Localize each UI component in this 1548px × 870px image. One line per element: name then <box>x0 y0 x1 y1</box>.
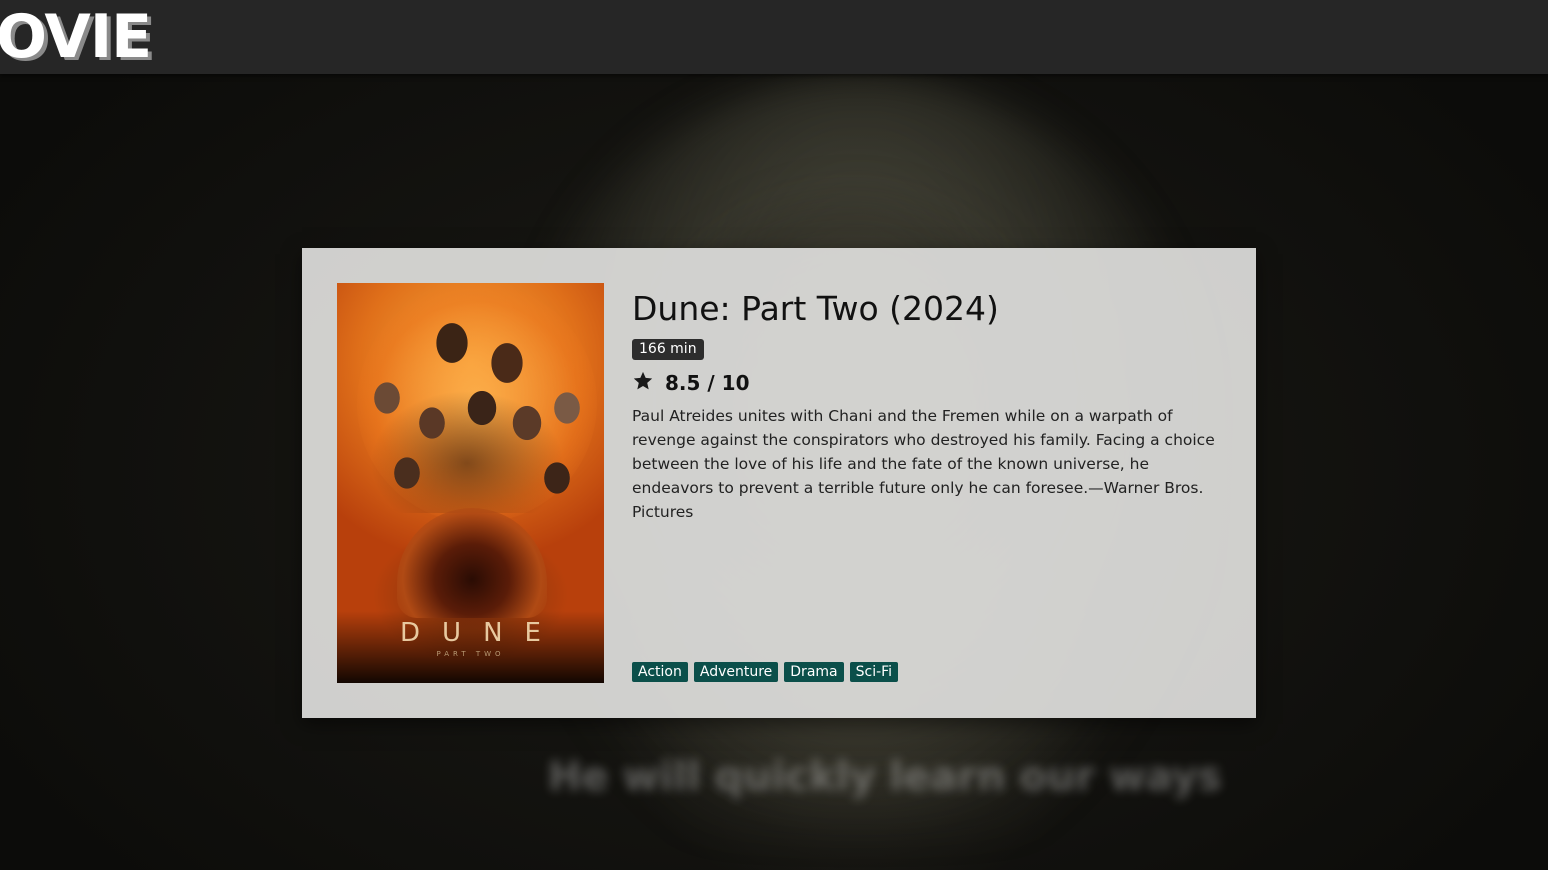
poster-subtitle: PART TWO <box>436 650 505 658</box>
runtime-badge: 166 min <box>632 339 704 360</box>
movie-detail-card: DUNE PART TWO Dune: Part Two (2024) 166 … <box>302 248 1256 718</box>
poster-title: DUNE <box>400 618 563 648</box>
genre-tag-sci-fi[interactable]: Sci-Fi <box>849 662 899 682</box>
poster-sandworm <box>397 508 547 618</box>
movie-info: Dune: Part Two (2024) 166 min 8.5 / 10 P… <box>632 286 1222 540</box>
top-header: OVIE <box>0 0 1548 74</box>
movie-title: Dune: Part Two (2024) <box>632 289 999 328</box>
genre-tag-drama[interactable]: Drama <box>784 662 844 682</box>
rating: 8.5 / 10 <box>632 368 1222 398</box>
star-icon <box>633 371 653 390</box>
rating-value: 8.5 / 10 <box>665 371 750 395</box>
genre-tag-action[interactable]: Action <box>632 662 688 682</box>
background-subtitle: He will quickly learn our ways <box>548 754 1222 800</box>
site-logo[interactable]: OVIE <box>0 2 152 72</box>
genre-list: Action Adventure Drama Sci-Fi <box>632 662 899 682</box>
poster-figures <box>347 313 594 513</box>
genre-tag-adventure[interactable]: Adventure <box>693 662 779 682</box>
movie-poster: DUNE PART TWO <box>337 283 604 683</box>
movie-overview: Paul Atreides unites with Chani and the … <box>632 407 1215 521</box>
